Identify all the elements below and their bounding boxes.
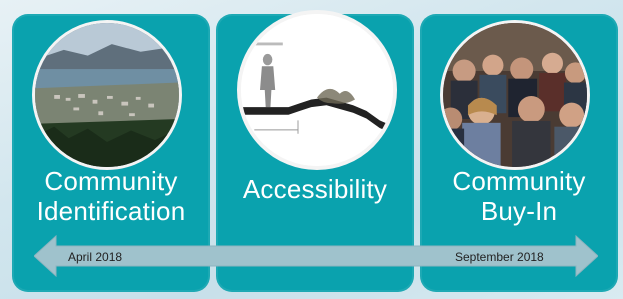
stage-label: Community Buy-In (420, 166, 618, 226)
stage-label-line1: Community (452, 166, 586, 196)
community-meeting-photo (440, 20, 590, 170)
elevation-profile-sketch (237, 10, 397, 170)
stage-label: Accessibility (242, 174, 388, 204)
timeline-start-date: April 2018 (68, 250, 123, 264)
stage-label-line2: Identification (36, 196, 186, 226)
stage-label: Community Identification (12, 166, 210, 226)
timeline-end-date: September 2018 (455, 250, 544, 264)
stage-label-line2: Buy-In (480, 196, 558, 226)
stage-label-line1: Community (44, 166, 178, 196)
aerial-town-photo (32, 20, 182, 170)
